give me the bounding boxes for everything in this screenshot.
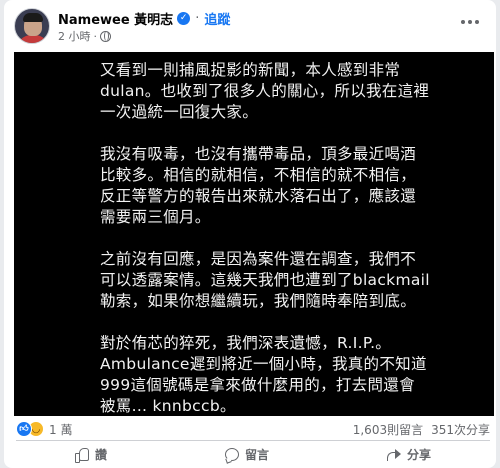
reaction-count[interactable]: 1 萬 [49,421,72,438]
like-label: 讚 [94,447,107,462]
divider [16,440,490,441]
image-paragraph: 我沒有吸毒，也沒有攜帶毒品，頂多最近喝酒比較多。相信的就相信，不相信的就不相信，… [100,145,417,226]
reactions-bar: 👍︎ ◡ 1 萬 1,603則留言 351次分享 [16,420,490,438]
reaction-icons[interactable]: 👍︎ ◡ [16,421,44,437]
action-bar: 讚 留言 分享 [16,442,490,466]
meta-separator: · [93,29,98,43]
post-time[interactable]: 2 小時 [58,28,91,44]
more-dot [461,20,465,24]
post-meta: 2 小時 · [58,29,111,43]
share-label: 分享 [406,447,431,462]
post-header: Namewee 黃明志 ✓ · 追蹤 2 小時 · [14,8,484,48]
author-name[interactable]: Namewee 黃明志 [58,9,173,28]
verified-icon: ✓ [177,11,191,25]
image-paragraph: 又看到一則捕風捉影的新聞，本人感到非常dulan。也收到了很多人的關心，所以我在… [100,61,430,121]
comment-icon [224,447,239,461]
avatar-shirt [17,35,49,43]
share-icon [386,448,401,461]
globe-icon [100,30,111,42]
post-stats: 1,603則留言 351次分享 [353,421,490,438]
post-image-text: 又看到一則捕風捉影的新聞，本人感到非常dulan。也收到了很多人的關心，所以我在… [100,60,430,417]
like-reaction-icon: 👍︎ [16,421,32,437]
more-icon[interactable] [456,12,484,32]
post-card: Namewee 黃明志 ✓ · 追蹤 2 小時 · 又看到一則捕風捉影的新聞，本… [4,0,496,468]
share-count[interactable]: 351次分享 [431,421,490,438]
comment-button[interactable]: 留言 [209,444,285,465]
separator-dot: · [195,10,200,26]
avatar-hair [23,13,43,22]
author-avatar[interactable] [14,8,50,44]
more-dot [468,20,472,24]
like-button[interactable]: 讚 [59,444,123,465]
share-button[interactable]: 分享 [371,444,447,465]
post-image[interactable]: 又看到一則捕風捉影的新聞，本人感到非常dulan。也收到了很多人的關心，所以我在… [14,52,494,416]
comment-count[interactable]: 1,603則留言 [353,421,423,438]
image-paragraph: 對於侑芯的猝死，我們深表遺憾，R.I.P.。Ambulance遲到將近一個小時，… [100,334,427,415]
like-icon [74,447,89,463]
image-paragraph: 之前沒有回應，是因為案件還在調查，我們不可以透露案情。這幾天我們也遭到了blac… [100,250,430,310]
comment-label: 留言 [244,447,269,462]
more-dot [475,20,479,24]
author-line: Namewee 黃明志 ✓ · 追蹤 [58,9,230,28]
follow-button[interactable]: 追蹤 [204,9,230,28]
